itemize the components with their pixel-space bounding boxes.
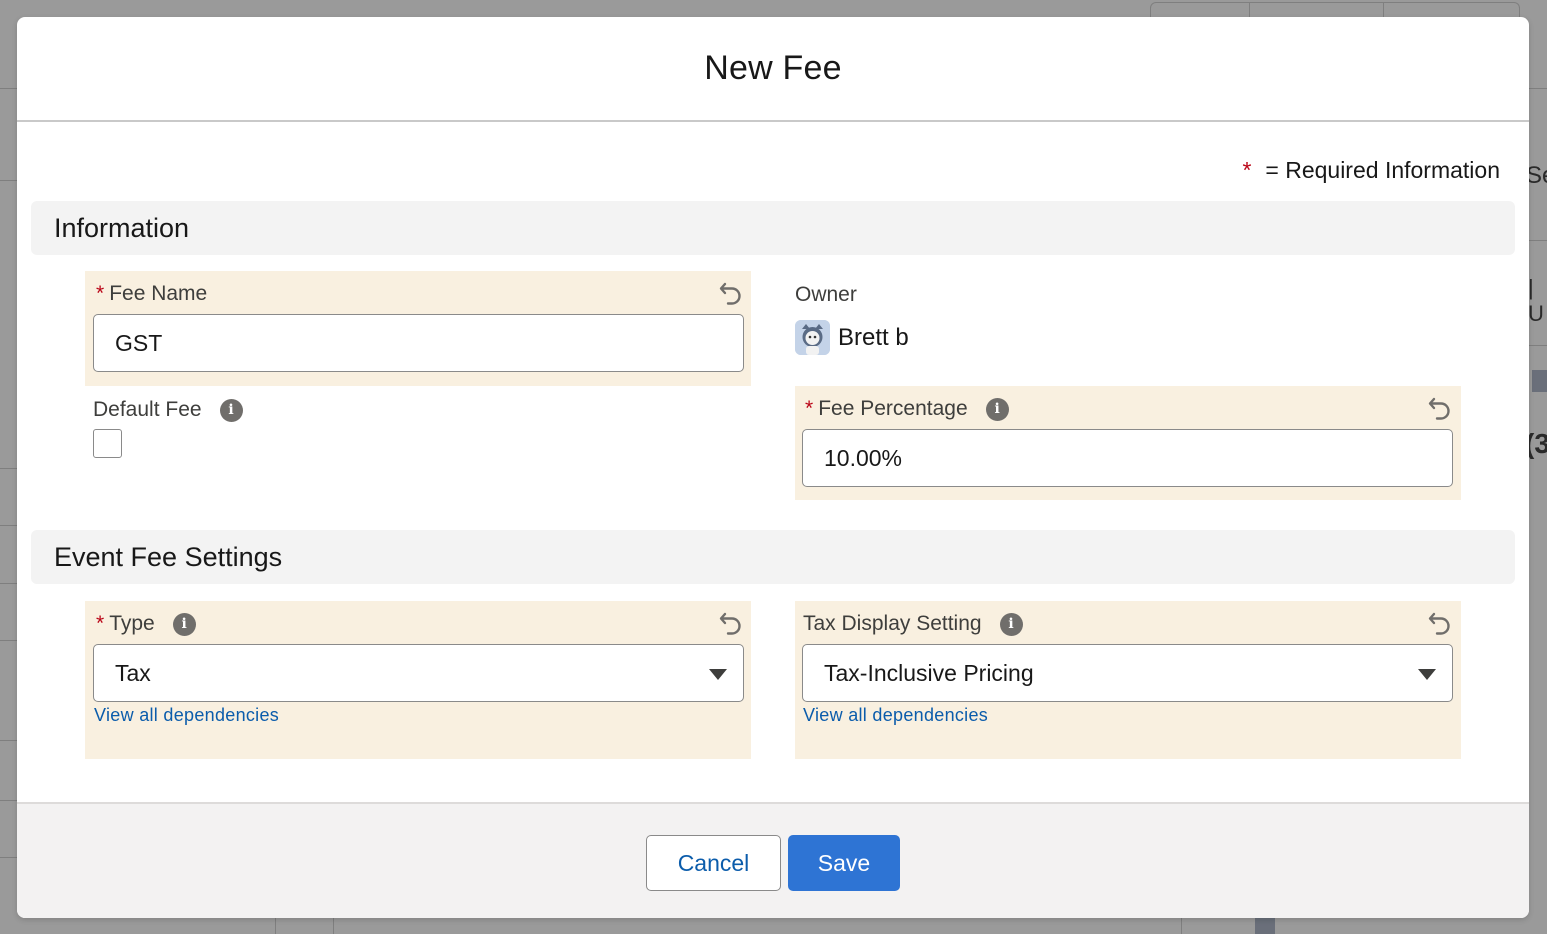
type-label-text: Type	[109, 612, 155, 635]
modal-header: New Fee	[17, 17, 1529, 122]
owner-name[interactable]: Brett b	[838, 324, 909, 352]
section-header-event-fee-settings[interactable]: Event Fee Settings	[31, 530, 1515, 584]
default-fee-label: Default Fee i	[93, 398, 243, 422]
background-divider	[0, 800, 17, 801]
required-star: *	[96, 282, 105, 305]
info-icon[interactable]: i	[985, 397, 1009, 421]
required-star: *	[1242, 157, 1252, 183]
undo-icon[interactable]	[1427, 395, 1453, 421]
type-label: * Type i	[96, 612, 196, 636]
new-fee-modal: New Fee * = Required Information Informat…	[17, 17, 1529, 918]
undo-icon[interactable]	[718, 280, 744, 306]
background-right-edge: Se | U (3	[1525, 0, 1547, 934]
default-fee-label-text: Default Fee	[93, 398, 202, 421]
type-select[interactable]: Tax	[93, 644, 744, 702]
background-divider	[0, 740, 17, 741]
background-divider	[0, 468, 17, 469]
tax-display-setting-view-dependencies-link[interactable]: View all dependencies	[803, 705, 988, 726]
tax-display-setting-select-value: Tax-Inclusive Pricing	[824, 659, 1034, 686]
cancel-button[interactable]: Cancel	[646, 835, 781, 891]
owner-value: Brett b	[795, 320, 909, 355]
astro-avatar-icon	[795, 320, 830, 355]
modal-footer: Cancel Save	[17, 802, 1529, 918]
modal-title: New Fee	[704, 49, 842, 87]
type-select-value: Tax	[115, 659, 151, 686]
required-star: *	[96, 612, 105, 635]
background-divider	[0, 857, 17, 858]
fee-percentage-input[interactable]	[802, 429, 1453, 487]
tax-display-setting-select[interactable]: Tax-Inclusive Pricing	[802, 644, 1453, 702]
default-fee-checkbox[interactable]	[93, 429, 122, 458]
background-bottom	[17, 918, 1529, 934]
background-divider	[0, 180, 17, 181]
background-block	[1532, 370, 1547, 392]
section-title: Information	[54, 212, 190, 243]
info-icon[interactable]: i	[219, 398, 243, 422]
background-divider	[0, 583, 17, 584]
background-text: | U	[1528, 275, 1544, 326]
section-title: Event Fee Settings	[54, 541, 283, 572]
info-icon[interactable]: i	[172, 612, 196, 636]
chevron-down-icon	[709, 669, 727, 680]
tax-display-setting-label: Tax Display Setting i	[803, 612, 1023, 636]
info-icon[interactable]: i	[999, 612, 1023, 636]
type-view-dependencies-link[interactable]: View all dependencies	[94, 705, 279, 726]
undo-icon[interactable]	[1427, 610, 1453, 636]
fee-name-input[interactable]	[93, 314, 744, 372]
undo-icon[interactable]	[718, 610, 744, 636]
owner-label: Owner	[795, 283, 857, 306]
background-text: Se	[1526, 162, 1547, 189]
save-button[interactable]: Save	[788, 835, 900, 891]
required-star: *	[805, 397, 814, 420]
background-divider	[0, 525, 17, 526]
required-legend: * = Required Information	[1242, 157, 1500, 184]
fee-name-label: * Fee Name	[96, 282, 207, 306]
fee-percentage-label: * Fee Percentage i	[805, 397, 1009, 421]
tax-display-setting-label-text: Tax Display Setting	[803, 612, 982, 635]
avatar	[795, 320, 830, 355]
chevron-down-icon	[1418, 669, 1436, 680]
required-legend-text: = Required Information	[1265, 157, 1500, 183]
background-divider	[0, 88, 17, 89]
background-divider	[0, 640, 17, 641]
fee-name-label-text: Fee Name	[109, 282, 208, 305]
section-header-information[interactable]: Information	[31, 201, 1515, 255]
fee-percentage-label-text: Fee Percentage	[818, 397, 968, 420]
